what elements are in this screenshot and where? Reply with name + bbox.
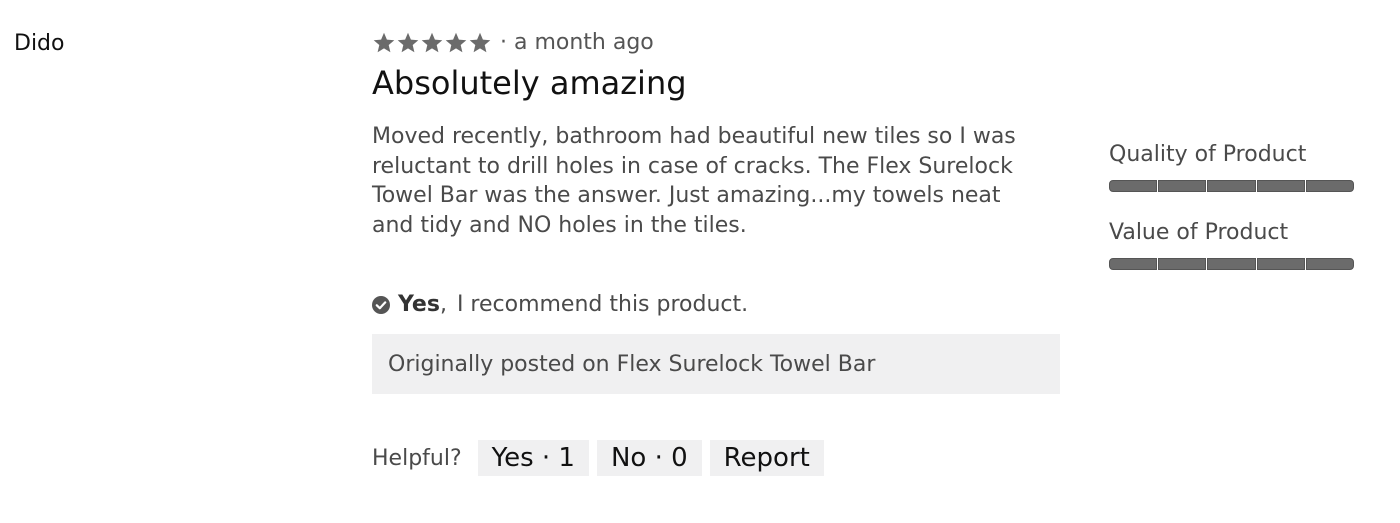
rating-value-label: Value of Product (1109, 220, 1289, 245)
meter-segment (1256, 258, 1305, 270)
report-button[interactable]: Report (709, 440, 824, 476)
check-circle-icon (372, 296, 390, 314)
star-icon (468, 31, 492, 55)
recommend-row: Yes, I recommend this product. (372, 290, 1062, 320)
meter-segment (1207, 180, 1256, 192)
recommend-text: I recommend this product. (456, 292, 749, 317)
helpful-yes-button[interactable]: Yes · 1 (477, 440, 589, 476)
secondary-ratings: Quality of Product Value of Product (1109, 140, 1355, 296)
review-author: Dido (14, 31, 65, 56)
rating-quality-meter (1109, 180, 1355, 192)
star-icon (444, 31, 468, 55)
meter-segment (1158, 180, 1207, 192)
recommend-yes: Yes (398, 292, 440, 317)
star-icon (396, 31, 420, 55)
star-icon (420, 31, 444, 55)
meter-segment (1109, 258, 1158, 270)
star-icon (372, 31, 396, 55)
origin-text: Originally posted on Flex Surelock Towel… (388, 351, 876, 377)
meter-segment (1256, 180, 1305, 192)
meter-segment (1305, 258, 1355, 270)
review-date: · a month ago (500, 30, 654, 55)
meter-segment (1109, 180, 1158, 192)
rating-value-meter (1109, 258, 1355, 270)
rating-quality-label: Quality of Product (1109, 142, 1307, 167)
star-rating (372, 31, 492, 55)
helpful-label: Helpful? (372, 445, 462, 471)
meter-segment (1207, 258, 1256, 270)
rating-value: Value of Product (1109, 218, 1355, 270)
meter-segment (1158, 258, 1207, 270)
helpful-no-button[interactable]: No · 0 (596, 440, 702, 476)
review-title: Absolutely amazing (372, 64, 687, 102)
helpful-row: Helpful? Yes · 1 No · 0 Report (372, 440, 1062, 476)
review-main: · a month ago Absolutely amazing Moved r… (372, 28, 1062, 476)
recommend-comma: , (439, 292, 447, 317)
rating-quality: Quality of Product (1109, 140, 1355, 192)
origin-note: Originally posted on Flex Surelock Towel… (372, 334, 1060, 394)
rating-row: · a month ago (372, 28, 1062, 58)
review-body: Moved recently, bathroom had beautiful n… (372, 124, 1016, 238)
meter-segment (1305, 180, 1355, 192)
